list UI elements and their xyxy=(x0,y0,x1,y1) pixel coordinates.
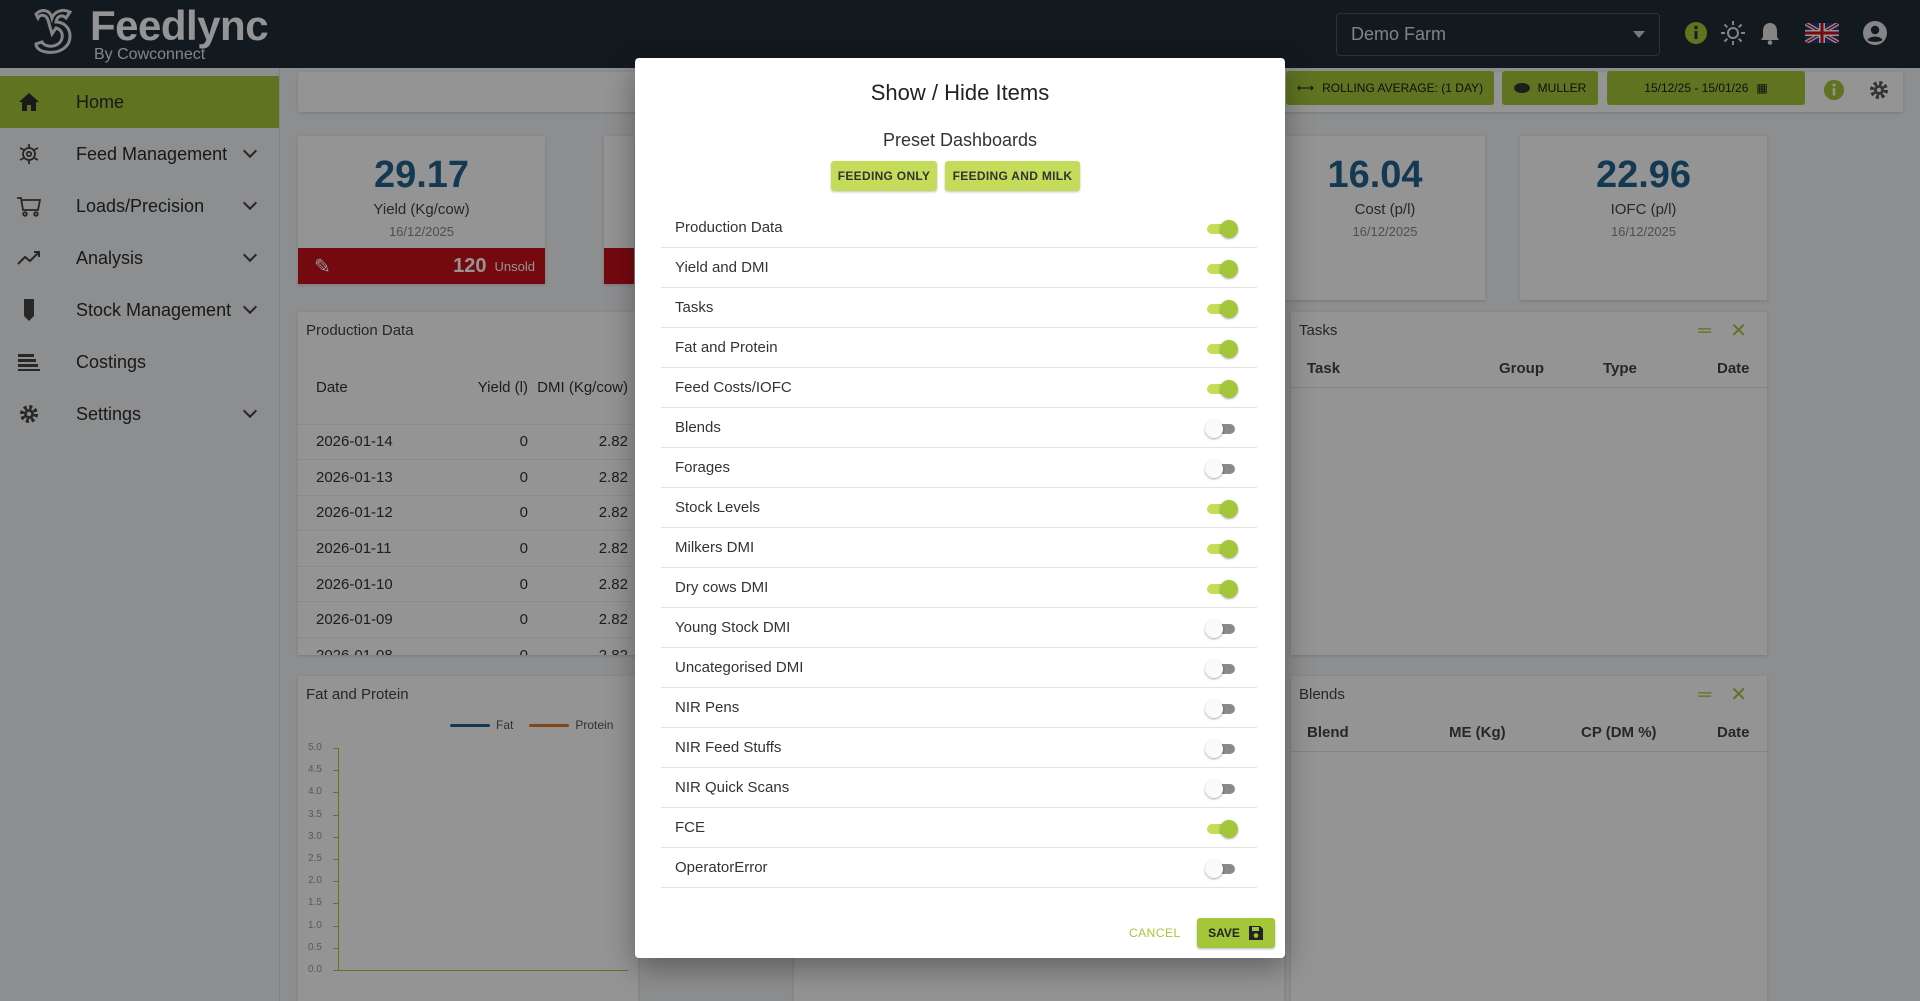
toggle-row: Milkers DMI xyxy=(661,528,1257,568)
toggle-row: Yield and DMI xyxy=(661,248,1257,288)
floppy-disk-icon xyxy=(1248,926,1263,940)
toggle-label: Stock Levels xyxy=(675,499,761,516)
toggle-row: Production Data xyxy=(661,208,1257,248)
show-hide-items-dialog: Show / Hide Items Preset Dashboards FEED… xyxy=(635,58,1285,958)
toggle-row: Forages xyxy=(661,448,1257,488)
toggle-list: Production Data Yield and DMI Tasks Fat and… xyxy=(661,208,1257,888)
switch-thumb xyxy=(1220,260,1238,278)
toggle-row: Young Stock DMI xyxy=(661,608,1257,648)
switch-thumb xyxy=(1220,540,1238,558)
toggle-row: NIR Quick Scans xyxy=(661,768,1257,808)
visibility-toggle-switch[interactable] xyxy=(1205,780,1235,798)
toggle-row: NIR Feed Stuffs xyxy=(661,728,1257,768)
save-label: SAVE xyxy=(1208,926,1240,940)
switch-thumb xyxy=(1205,420,1223,438)
visibility-toggle-switch[interactable] xyxy=(1205,500,1238,518)
toggle-label: Uncategorised DMI xyxy=(675,659,804,676)
toggle-row: Feed Costs/IOFC xyxy=(661,368,1257,408)
visibility-toggle-switch[interactable] xyxy=(1205,300,1238,318)
visibility-toggle-switch[interactable] xyxy=(1205,660,1235,678)
preset-dashboards-label: Preset Dashboards xyxy=(882,130,1038,150)
toggle-row: Blends xyxy=(661,408,1257,448)
toggle-row: Dry cows DMI xyxy=(661,568,1257,608)
toggle-label: Blends xyxy=(675,419,721,436)
switch-thumb xyxy=(1205,460,1223,478)
toggle-label: NIR Quick Scans xyxy=(675,779,790,796)
toggle-row: Uncategorised DMI xyxy=(661,648,1257,688)
visibility-toggle-switch[interactable] xyxy=(1205,740,1235,758)
toggle-label: Tasks xyxy=(675,299,714,316)
visibility-toggle-switch[interactable] xyxy=(1205,220,1238,238)
dialog-title: Show / Hide Items xyxy=(870,80,1050,105)
toggle-row: Stock Levels xyxy=(661,488,1257,528)
toggle-label: Dry cows DMI xyxy=(675,579,769,596)
visibility-toggle-switch[interactable] xyxy=(1205,380,1238,398)
switch-thumb xyxy=(1205,860,1223,878)
switch-thumb xyxy=(1220,820,1238,838)
switch-thumb xyxy=(1220,220,1238,238)
switch-thumb xyxy=(1205,740,1223,758)
visibility-toggle-switch[interactable] xyxy=(1205,260,1238,278)
visibility-toggle-switch[interactable] xyxy=(1205,540,1238,558)
visibility-toggle-switch[interactable] xyxy=(1205,420,1235,438)
switch-thumb xyxy=(1205,700,1223,718)
toggle-row: Tasks xyxy=(661,288,1257,328)
toggle-label: Fat and Protein xyxy=(675,339,778,356)
visibility-toggle-switch[interactable] xyxy=(1205,340,1238,358)
toggle-label: Yield and DMI xyxy=(675,259,769,276)
visibility-toggle-switch[interactable] xyxy=(1205,460,1235,478)
visibility-toggle-switch[interactable] xyxy=(1205,860,1235,878)
switch-thumb xyxy=(1220,500,1238,518)
toggle-label: FCE xyxy=(675,819,705,836)
switch-thumb xyxy=(1205,660,1223,678)
visibility-toggle-switch[interactable] xyxy=(1205,700,1235,718)
visibility-toggle-switch[interactable] xyxy=(1205,820,1238,838)
toggle-row: FCE xyxy=(661,808,1257,848)
cancel-button[interactable]: CANCEL xyxy=(1129,926,1181,940)
toggle-label: Young Stock DMI xyxy=(675,619,791,636)
toggle-label: NIR Feed Stuffs xyxy=(675,739,782,756)
switch-thumb xyxy=(1220,300,1238,318)
preset-feeding-and-milk-button[interactable]: FEEDING AND MILK xyxy=(945,161,1080,191)
switch-thumb xyxy=(1220,580,1238,598)
toggle-label: Milkers DMI xyxy=(675,539,755,556)
toggle-row: Fat and Protein xyxy=(661,328,1257,368)
toggle-label: OperatorError xyxy=(675,859,768,876)
save-button[interactable]: SAVE xyxy=(1197,918,1275,948)
preset-feeding-only-button[interactable]: FEEDING ONLY xyxy=(831,161,937,191)
toggle-label: Production Data xyxy=(675,219,783,236)
visibility-toggle-switch[interactable] xyxy=(1205,620,1235,638)
visibility-toggle-switch[interactable] xyxy=(1205,580,1238,598)
switch-thumb xyxy=(1205,620,1223,638)
toggle-label: NIR Pens xyxy=(675,699,740,716)
toggle-row: OperatorError xyxy=(661,848,1257,888)
toggle-label: Feed Costs/IOFC xyxy=(675,379,792,396)
switch-thumb xyxy=(1220,380,1238,398)
switch-thumb xyxy=(1220,340,1238,358)
toggle-label: Forages xyxy=(675,459,731,476)
toggle-row: NIR Pens xyxy=(661,688,1257,728)
switch-thumb xyxy=(1205,780,1223,798)
